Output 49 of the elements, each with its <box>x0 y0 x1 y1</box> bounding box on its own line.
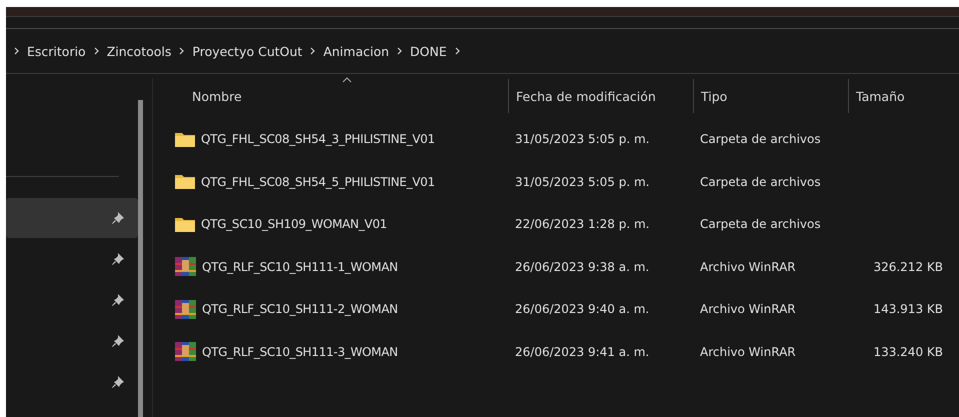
size-cell-text: 133.240 KB <box>872 344 944 359</box>
file-name[interactable]: QTG_FHL_SC08_SH54_3_PHILISTINE_V01 <box>201 132 435 146</box>
pin-icon[interactable] <box>112 253 124 265</box>
date-cell-text: 22/06/2023 1:28 p. m. <box>514 217 650 232</box>
pin-icon[interactable] <box>112 335 124 347</box>
size-cell-text: 143.913 KB <box>872 302 944 316</box>
date-cell-text: 26/06/2023 9:38 a. m. <box>514 260 650 274</box>
type-cell-text: Carpeta de archivos <box>699 174 822 189</box>
date-cell-text: 26/06/2023 9:40 a. m. <box>514 302 650 316</box>
file-name[interactable]: QTG_SC10_SH109_WOMAN_V01 <box>201 217 388 232</box>
folder-icon <box>175 132 195 147</box>
breadcrumb-item[interactable]: Proyectyo CutOut <box>192 44 302 58</box>
date-cell-text: 26/06/2023 9:41 a. m. <box>514 344 650 359</box>
pin-icon[interactable] <box>112 294 124 306</box>
pin-icon[interactable] <box>112 376 124 388</box>
chevron-icon <box>310 47 316 55</box>
column-header[interactable]: Tipo <box>693 79 848 113</box>
archive-icon <box>175 342 196 362</box>
type-cell-text: Archivo WinRAR <box>699 302 797 316</box>
column-header[interactable]: Tamaño <box>848 79 949 113</box>
chevron-icon <box>397 47 402 55</box>
breadcrumb-item[interactable]: Animacion <box>323 44 390 58</box>
date-cell-text: 31/05/2023 5:05 p. m. <box>514 132 650 146</box>
breadcrumb-item[interactable]: Zincotools <box>106 44 172 58</box>
archive-icon <box>175 300 196 319</box>
type-cell-text: Carpeta de archivos <box>699 217 822 232</box>
column-header[interactable]: Fecha de modificación <box>508 79 693 113</box>
size-cell-text: 326.212 KB <box>872 260 944 274</box>
sort-caret-icon <box>342 77 352 83</box>
file-name[interactable]: QTG_RLF_SC10_SH111-1_WOMAN <box>202 260 398 274</box>
breadcrumb-item[interactable]: DONE <box>410 44 447 58</box>
chevron-icon <box>179 47 184 55</box>
type-cell-text: Archivo WinRAR <box>699 260 797 274</box>
chevron-icon <box>454 47 460 55</box>
chevron-icon <box>94 47 99 55</box>
column-header[interactable]: Nombre <box>175 79 508 113</box>
type-cell-text: Carpeta de archivos <box>699 132 822 146</box>
file-name[interactable]: QTG_FHL_SC08_SH54_5_PHILISTINE_V01 <box>201 174 435 189</box>
date-cell-text: 31/05/2023 5:05 p. m. <box>514 174 650 189</box>
type-cell-text: Archivo WinRAR <box>699 344 797 359</box>
folder-icon <box>175 216 195 232</box>
pin-icon[interactable] <box>112 212 124 224</box>
file-name[interactable]: QTG_RLF_SC10_SH111-3_WOMAN <box>202 344 398 359</box>
folder-icon <box>175 174 195 190</box>
archive-icon <box>175 257 196 276</box>
scrollbar[interactable] <box>138 100 143 417</box>
file-name[interactable]: QTG_RLF_SC10_SH111-2_WOMAN <box>202 302 398 316</box>
chevron-icon <box>14 47 19 55</box>
breadcrumb-item[interactable]: Escritorio <box>27 44 86 58</box>
